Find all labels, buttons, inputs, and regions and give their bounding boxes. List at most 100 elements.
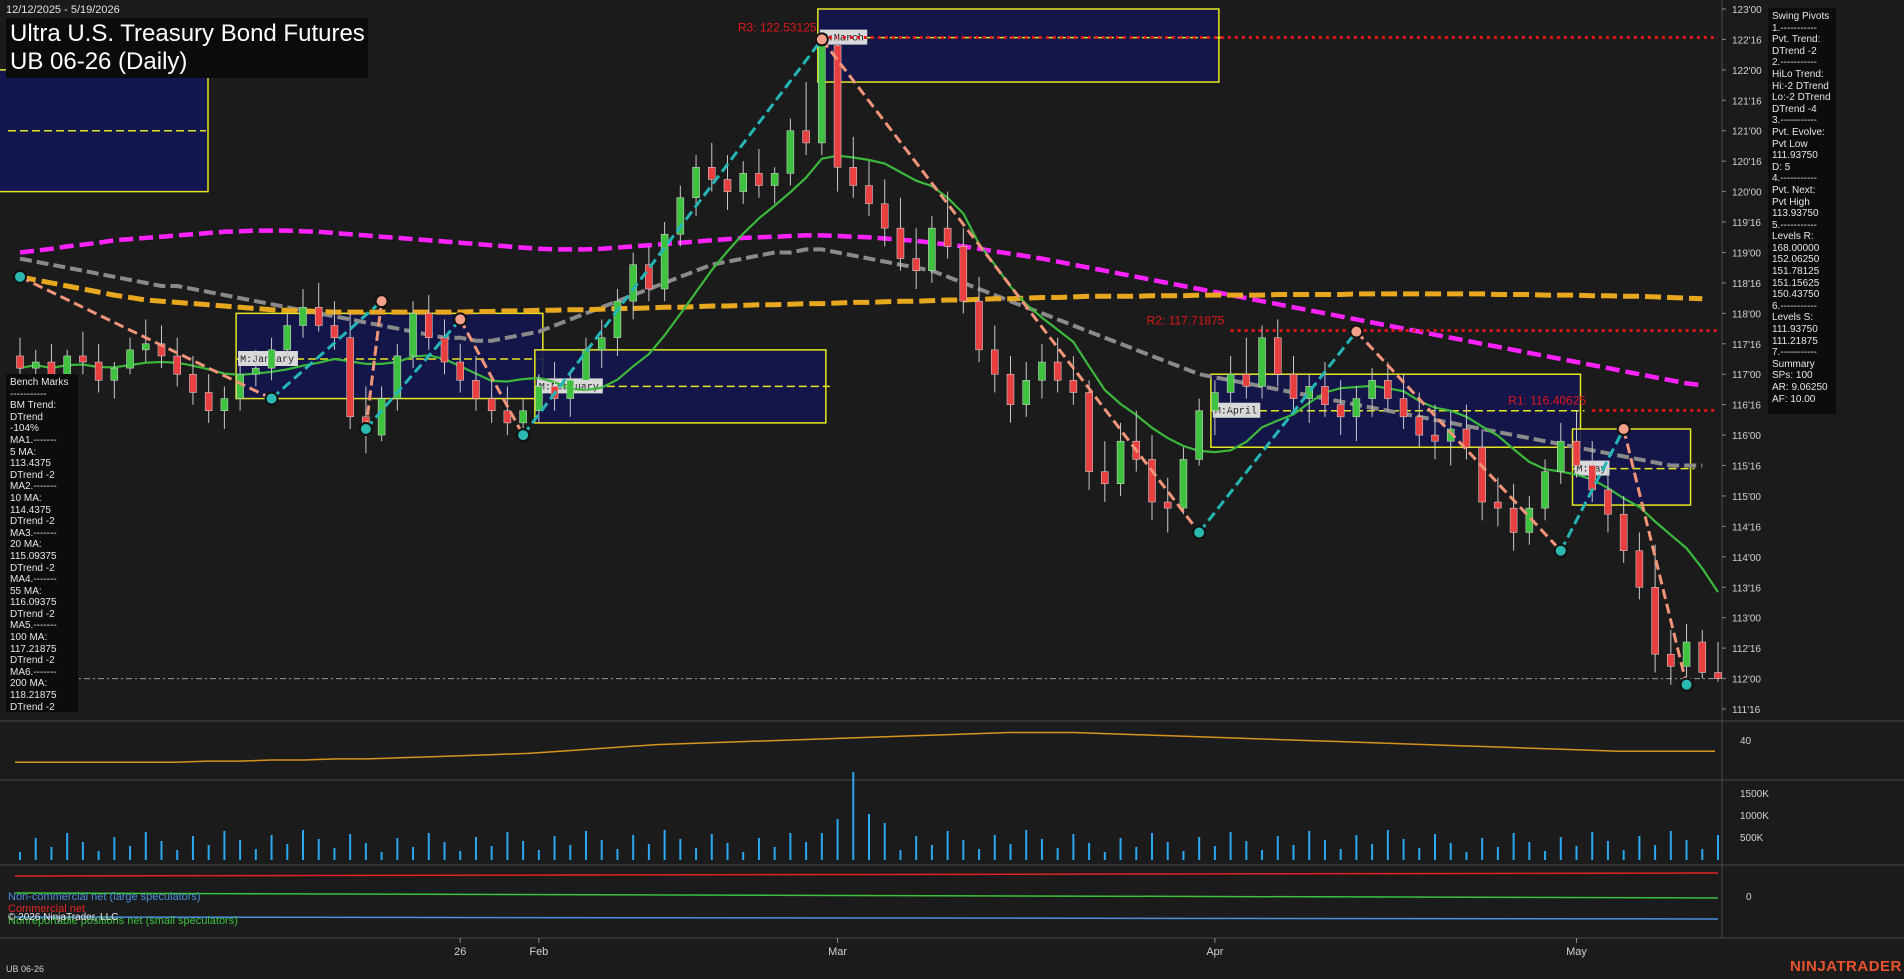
- swing-pivots-panel-line: DTrend -2: [1772, 45, 1817, 57]
- candle-body: [63, 355, 71, 375]
- chart-canvas: M:JanuaryM:FebruaryM:MarchM:AprilM:May R…: [0, 0, 1904, 958]
- price-tick-label: 116'16: [1732, 401, 1761, 412]
- resistance-label: R2: 117.71875: [1147, 313, 1225, 327]
- price-tick-label: 112'16: [1732, 644, 1761, 655]
- swing-pivots-panel-line: SPs: 100: [1772, 370, 1813, 382]
- chart-subtitle: UB 06-26 (Daily): [10, 48, 188, 75]
- swing-pivots-panel-line: Levels S:: [1772, 312, 1814, 324]
- swing-pivots-panel-line: 6.-----------: [1772, 300, 1817, 312]
- candle-body: [1588, 465, 1596, 491]
- bench-marks-panel-line: 116.09375: [10, 597, 57, 609]
- date-range: 12/12/2025 - 5/19/2026: [6, 4, 120, 16]
- bench-marks-panel-line: 115.09375: [10, 550, 57, 562]
- bench-marks-panel-line: 113.4375: [10, 458, 51, 470]
- adx-panel: 40: [15, 731, 1752, 763]
- price-tick-label: 121'00: [1732, 127, 1762, 138]
- candle-body: [314, 307, 323, 326]
- candle-body: [1604, 489, 1612, 515]
- price-tick-label: 111'16: [1732, 705, 1761, 716]
- swing-pivots-panel-line: AF: 10.00: [1772, 393, 1816, 405]
- candle-body: [31, 361, 40, 369]
- candle-body: [865, 185, 873, 205]
- monthly-box-label: M:April: [1215, 406, 1257, 418]
- candle-body: [739, 173, 747, 192]
- candle-body: [770, 173, 779, 186]
- candle-body: [723, 179, 732, 192]
- price-tick-label: 112'00: [1732, 675, 1761, 686]
- swing-pivots-panel-line: 151.78125: [1772, 266, 1820, 278]
- date-axis: 26 Feb Mar Apr May: [454, 938, 1587, 958]
- candle-body: [566, 380, 575, 399]
- swing-pivots-panel-line: Pvt. Evolve:: [1772, 126, 1825, 138]
- copyright: © 2026 NinjaTrader, LLC: [8, 912, 119, 923]
- candle-body: [1714, 672, 1722, 679]
- candle-body: [535, 386, 543, 411]
- candle-body: [47, 361, 56, 375]
- swing-pivots-panel-line: 111.93750: [1772, 324, 1818, 336]
- candle-body: [849, 167, 858, 186]
- ninjatrader-logo: NINJATRADER: [1790, 958, 1902, 975]
- monthly-box-label: M:January: [240, 355, 294, 366]
- swing-pivots-panel-line: 4.-----------: [1772, 173, 1817, 185]
- candle-body: [1384, 380, 1392, 399]
- bench-marks-panel-line: DTrend -2: [10, 516, 55, 528]
- swing-pivots-panel-line: 3.-----------: [1772, 115, 1817, 127]
- bench-marks-panel-line: 114.4375: [10, 504, 51, 516]
- candle-body: [236, 373, 244, 399]
- price-tick-label: 114'00: [1732, 553, 1761, 564]
- candle-body: [377, 398, 386, 436]
- candle-body: [1289, 373, 1298, 399]
- candle-body: [1352, 398, 1361, 418]
- price-tick-label: 117'16: [1732, 340, 1761, 351]
- candle-body: [1336, 404, 1345, 418]
- swing-pivots-panel: Swing Pivots 1.----------- Pvt. Trend: DTre…: [1768, 8, 1836, 414]
- swing-high-marker: [1349, 324, 1364, 339]
- date-tick-label: Apr: [1206, 946, 1223, 958]
- price-tick-label: 113'00: [1732, 614, 1761, 625]
- candle-body: [645, 264, 653, 290]
- candle-body: [1101, 471, 1109, 485]
- candle-body: [1195, 410, 1203, 460]
- candle-body: [283, 325, 292, 351]
- swing-pivots-panel-line: Pvt. Next:: [1772, 184, 1816, 196]
- swing-pivots-panel-line: 168.00000: [1772, 242, 1820, 254]
- bench-marks-panel-line: DTrend -2: [10, 562, 55, 574]
- resistance-label: R3: 122.53125: [738, 21, 817, 35]
- candle-body: [189, 373, 197, 393]
- price-tick-label: 114'16: [1732, 522, 1761, 533]
- candle-body: [173, 355, 181, 375]
- swing-low-marker: [358, 422, 373, 436]
- candle-body: [1557, 440, 1565, 472]
- date-tick-label: 26: [454, 946, 466, 958]
- swing-pivots-panel-line: Pvt High: [1772, 196, 1810, 208]
- bench-marks-panel-line: 200 MA:: [10, 678, 48, 690]
- swing-pivots-panel-line: D: 5: [1772, 161, 1791, 173]
- swing-pivots-panel-line: Levels R:: [1772, 231, 1814, 243]
- price-tick-label: 120'00: [1732, 188, 1762, 199]
- candle-body: [1148, 459, 1156, 503]
- legend-noncommercial: Non-commercial net (large speculators): [8, 891, 201, 903]
- bench-marks-panel-line: DTrend -2: [10, 608, 55, 620]
- commercial-net-line: [14, 872, 1719, 877]
- candle-body: [94, 361, 103, 381]
- candle-body: [142, 343, 150, 351]
- bench-marks-panel-line: 100 MA:: [10, 632, 48, 644]
- candle-body: [1682, 641, 1691, 667]
- candle-body: [330, 325, 339, 338]
- bench-marks-panel-line: Bench Marks: [10, 377, 69, 388]
- swing-pivots-panel-line: Pvt. Trend:: [1772, 34, 1821, 46]
- candle-body: [629, 264, 637, 302]
- candle-body: [802, 130, 810, 144]
- candle-body: [409, 313, 417, 357]
- candle-body: [16, 355, 24, 369]
- swing-low-marker: [1553, 543, 1568, 558]
- price-tick-label: 119'00: [1732, 248, 1761, 259]
- swing-pivots-panel-line: 150.43750: [1772, 289, 1820, 301]
- bench-marks-panel-line: DTrend -104%: [10, 411, 43, 435]
- noncommercial-net-line: [14, 916, 1719, 920]
- candle-body: [1053, 361, 1062, 381]
- date-tick-label: Mar: [828, 946, 847, 958]
- date-tick-label: May: [1566, 946, 1587, 958]
- candle-body: [1431, 434, 1439, 442]
- candle-body: [959, 246, 968, 302]
